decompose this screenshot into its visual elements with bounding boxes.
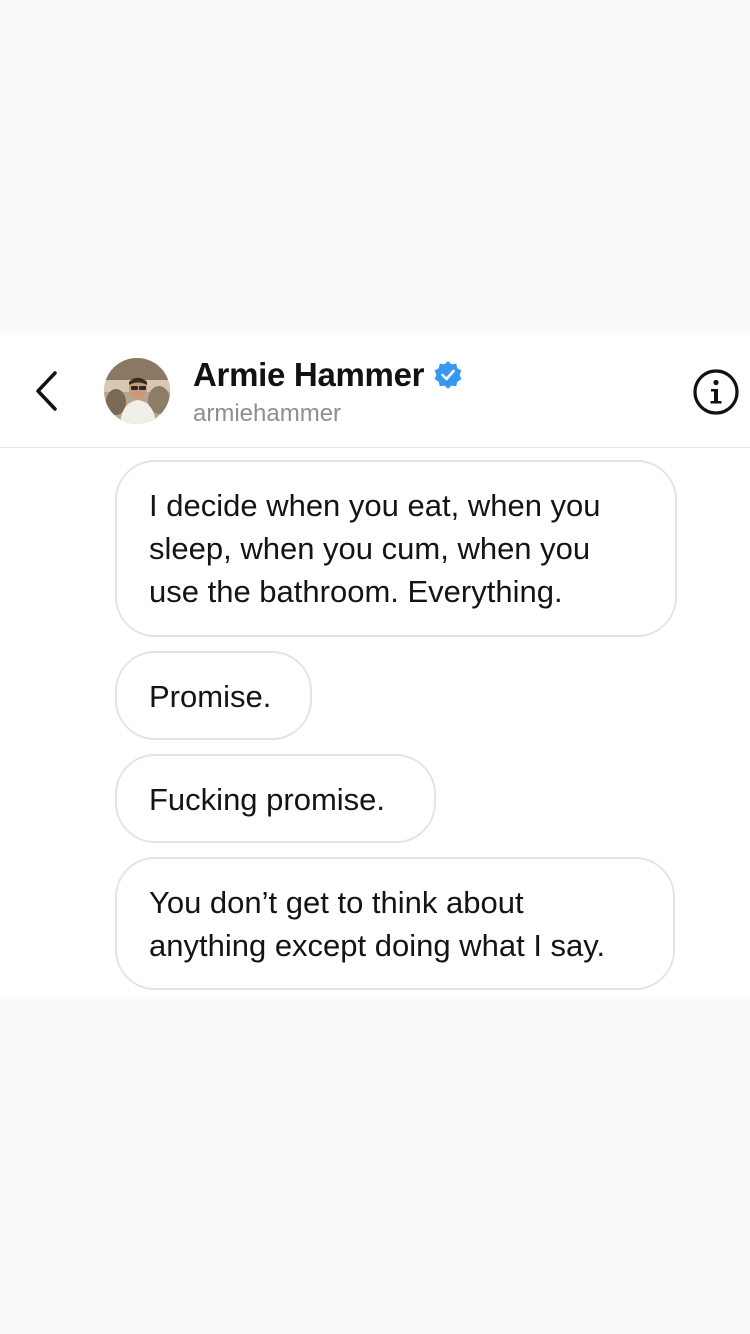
message-bubble[interactable]: Promise. (115, 651, 312, 740)
top-blank-area (0, 0, 750, 333)
message-bubble[interactable]: I decide when you eat, when you sleep, w… (115, 460, 677, 637)
direct-message-screen: Armie Hammer armiehammer I decide when y… (0, 333, 750, 999)
avatar[interactable] (104, 358, 170, 424)
message-bubble[interactable]: Fucking promise. (115, 754, 436, 843)
verified-badge-icon (433, 360, 463, 390)
back-button[interactable] (26, 367, 66, 415)
username: armiehammer (193, 400, 342, 427)
display-name: Armie Hammer (193, 356, 425, 393)
conversation-header: Armie Hammer armiehammer (0, 333, 750, 448)
info-button[interactable] (692, 368, 740, 416)
info-icon (693, 369, 739, 415)
bottom-blank-area (0, 999, 750, 1334)
message-bubble[interactable]: You don’t get to think about anything ex… (115, 857, 675, 990)
chevron-left-icon (36, 371, 57, 411)
